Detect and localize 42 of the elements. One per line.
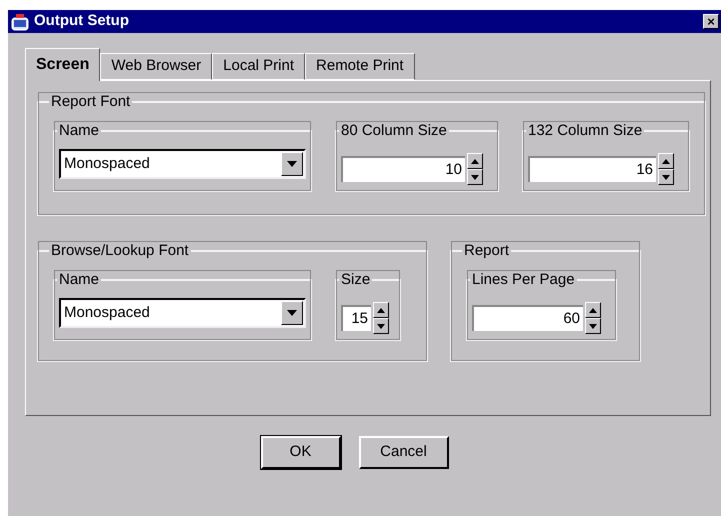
group-title: Size bbox=[340, 270, 372, 290]
down-arrow-icon bbox=[377, 324, 385, 329]
up-arrow-icon bbox=[377, 308, 385, 313]
tab[interactable]: Screen bbox=[25, 48, 100, 81]
spin-down-button[interactable] bbox=[658, 169, 674, 186]
up-arrow-icon bbox=[589, 308, 597, 313]
group-title: Report bbox=[463, 241, 510, 261]
number-field[interactable]: 16 bbox=[528, 156, 656, 182]
spin-up-button[interactable] bbox=[658, 153, 674, 170]
spin-down-button[interactable] bbox=[467, 169, 483, 186]
spin-up-button[interactable] bbox=[373, 302, 389, 318]
close-button[interactable]: × bbox=[703, 14, 719, 29]
down-arrow-icon bbox=[662, 174, 670, 180]
tab[interactable]: Local Print bbox=[212, 53, 306, 80]
dropdown-arrow-icon bbox=[287, 310, 297, 316]
group-title: Lines Per Page bbox=[471, 270, 576, 290]
group-title: Report Font bbox=[50, 92, 132, 112]
group-title: Name bbox=[58, 120, 100, 140]
group-title: Browse/Lookup Font bbox=[50, 241, 190, 261]
group-title: 80 Column Size bbox=[340, 120, 448, 140]
tab[interactable]: Remote Print bbox=[305, 53, 415, 80]
app-icon bbox=[10, 12, 30, 30]
group-title: Name bbox=[58, 270, 100, 290]
spin-up-button[interactable] bbox=[467, 153, 483, 170]
group-title: 132 Column Size bbox=[527, 120, 644, 140]
spin-down-button[interactable] bbox=[585, 318, 601, 334]
number-field[interactable]: 60 bbox=[472, 305, 583, 332]
font-dropdown[interactable]: Monospaced bbox=[59, 149, 306, 179]
dropdown-arrow-icon bbox=[287, 161, 297, 167]
down-arrow-icon bbox=[589, 324, 597, 329]
down-arrow-icon bbox=[471, 174, 479, 180]
spin-down-button[interactable] bbox=[373, 318, 389, 334]
number-field[interactable]: 15 bbox=[341, 305, 371, 332]
cancel-button[interactable]: Cancel bbox=[358, 436, 448, 469]
number-field[interactable]: 10 bbox=[341, 156, 465, 182]
spin-up-button[interactable] bbox=[585, 302, 601, 318]
font-dropdown[interactable]: Monospaced bbox=[59, 298, 306, 328]
up-arrow-icon bbox=[662, 158, 670, 164]
window-title: Output Setup bbox=[34, 11, 129, 32]
ok-button[interactable]: OK bbox=[260, 436, 340, 469]
tab[interactable]: Web Browser bbox=[100, 53, 212, 80]
up-arrow-icon bbox=[471, 158, 479, 164]
